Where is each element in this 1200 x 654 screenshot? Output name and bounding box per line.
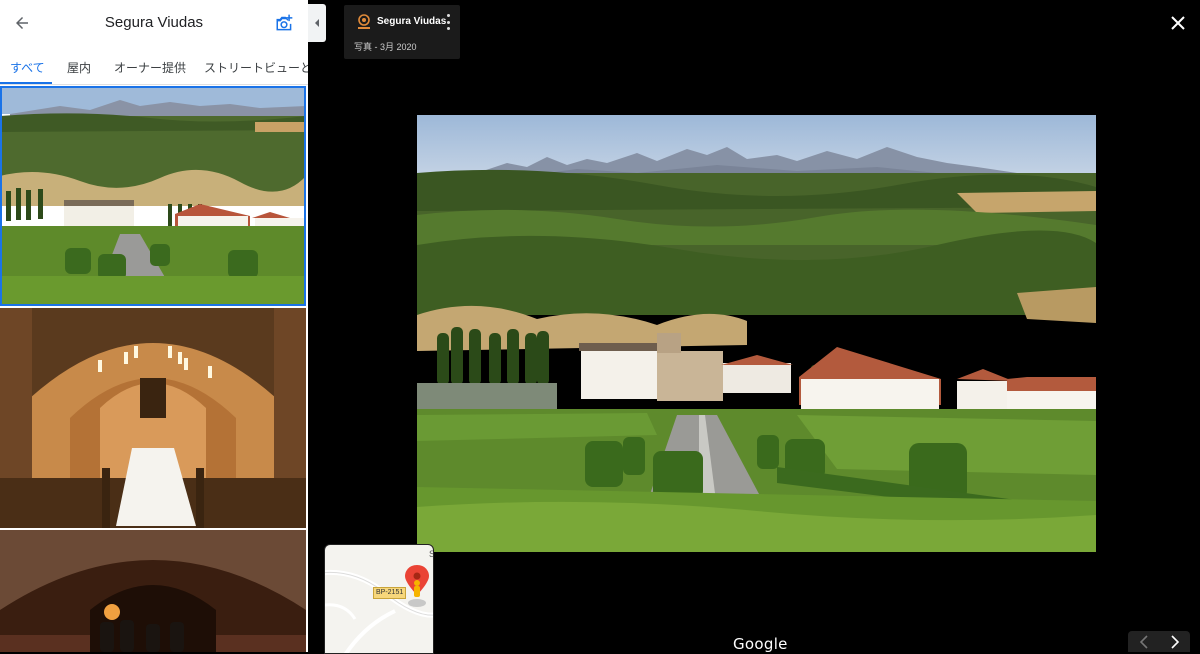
photo-date: 写真 - 3月 2020 — [354, 42, 417, 52]
next-photo-button[interactable] — [1159, 631, 1190, 652]
add-photo-button[interactable] — [270, 9, 298, 37]
tab-indoor[interactable]: 屋内 — [67, 59, 91, 76]
collapse-panel-button[interactable] — [308, 4, 326, 42]
close-button[interactable] — [1166, 11, 1190, 35]
main-photo[interactable] — [417, 115, 1096, 552]
photo-owner-title[interactable]: Segura Viudas — [377, 16, 446, 27]
tab-street-view[interactable]: ストリートビューと 3 — [204, 59, 308, 76]
photo-thumbnail-cellar-dining[interactable] — [0, 308, 306, 528]
segura-viudas-logo — [358, 14, 370, 29]
chevron-right-icon — [1170, 634, 1179, 649]
close-icon — [1171, 16, 1185, 30]
photo-info-card: Segura Viudas 写真 - 3月 2020 — [344, 5, 460, 59]
arrow-back-icon — [16, 17, 28, 29]
add-photo-icon — [276, 14, 293, 31]
photo-thumbnail-barrel-cellar[interactable] — [0, 530, 306, 652]
active-tab-indicator — [0, 82, 52, 84]
caret-left-icon — [315, 19, 319, 27]
photo-thumbnail-vineyard[interactable] — [0, 86, 306, 306]
google-logo: Google — [733, 635, 788, 653]
tab-all[interactable]: すべて — [10, 59, 45, 76]
photos-panel: Segura Viudas すべて 屋内 オーナー提供 ストリートビューと 3 — [0, 0, 308, 652]
place-title: Segura Viudas — [104, 14, 204, 31]
chevron-left-icon — [1139, 634, 1148, 649]
tab-by-owner[interactable]: オーナー提供 — [114, 59, 186, 76]
more-vert-icon — [446, 14, 450, 17]
back-button[interactable] — [8, 9, 36, 37]
map-edge-label: S — [429, 549, 433, 559]
panel-header: Segura Viudas — [0, 0, 308, 46]
previous-photo-button[interactable] — [1128, 631, 1159, 652]
photo-navigation — [1128, 631, 1190, 652]
photo-tabs: すべて 屋内 オーナー提供 ストリートビューと 3 — [0, 46, 308, 85]
more-options-button[interactable] — [442, 13, 454, 31]
mini-map[interactable]: BP-2151 S — [324, 544, 434, 654]
road-label: BP-2151 — [373, 587, 407, 599]
